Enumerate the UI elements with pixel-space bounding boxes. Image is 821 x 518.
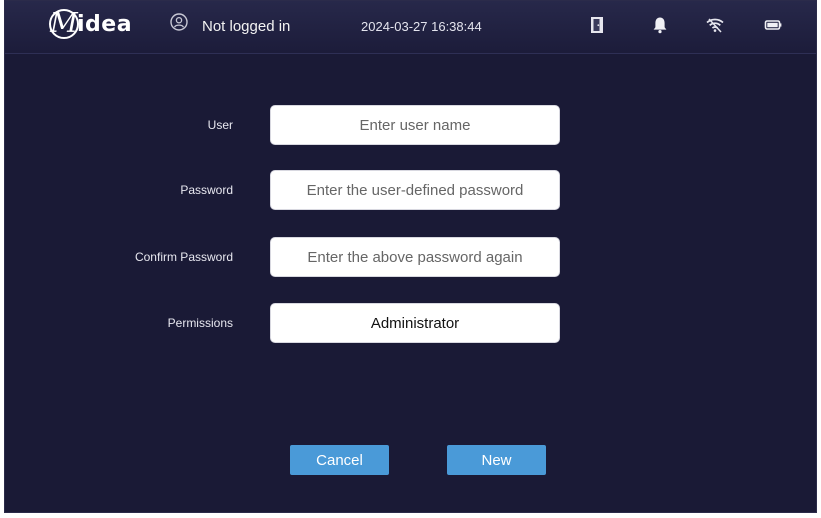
password-row: Password Enter the user-defined password: [5, 170, 816, 212]
password-input[interactable]: Enter the user-defined password: [270, 170, 560, 210]
cancel-button[interactable]: Cancel: [290, 445, 389, 475]
user-icon[interactable]: [170, 13, 188, 31]
permissions-select[interactable]: Administrator: [270, 303, 560, 343]
battery-icon[interactable]: [763, 15, 783, 35]
permissions-label: Permissions: [167, 316, 233, 330]
confirm-password-input[interactable]: Enter the above password again: [270, 237, 560, 277]
confirm-password-label: Confirm Password: [134, 250, 233, 264]
door-icon[interactable]: [587, 15, 607, 35]
login-status[interactable]: Not logged in: [202, 18, 290, 35]
app-panel: M idea Not logged in 2024-03-27 16:38:44: [4, 0, 817, 513]
new-button[interactable]: New: [447, 445, 546, 475]
logo-mark: M: [49, 8, 79, 39]
midea-logo: M idea: [49, 9, 132, 39]
logo-text: idea: [77, 11, 133, 37]
user-row: User Enter user name: [5, 105, 816, 147]
screen: M idea Not logged in 2024-03-27 16:38:44: [0, 0, 821, 518]
datetime: 2024-03-27 16:38:44: [361, 19, 482, 34]
permissions-row: Permissions Administrator: [5, 303, 816, 345]
top-status-bar: M idea Not logged in 2024-03-27 16:38:44: [5, 1, 816, 54]
user-label: User: [207, 118, 233, 132]
user-name-input[interactable]: Enter user name: [270, 105, 560, 145]
confirm-password-row: Confirm Password Enter the above passwor…: [5, 237, 816, 279]
wifi-icon[interactable]: [705, 15, 725, 35]
bell-icon[interactable]: [650, 15, 670, 35]
password-label: Password: [180, 183, 233, 197]
